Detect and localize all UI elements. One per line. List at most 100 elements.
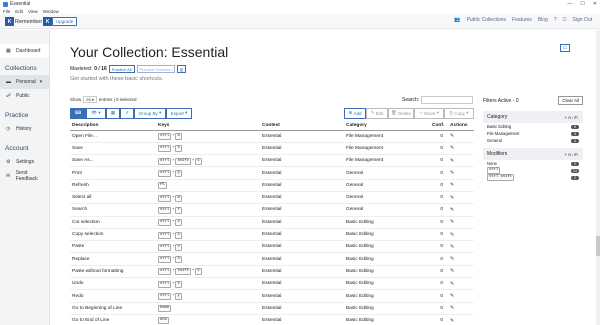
practice-selection-button[interactable]: Practice Selection [136, 65, 175, 73]
sidebar-heading-account: Account [5, 144, 29, 152]
visibility-button[interactable]: 👁 ▾ [86, 107, 106, 119]
edit-row-icon[interactable]: ✎ [450, 318, 454, 324]
edit-row-icon[interactable]: ✎ [450, 293, 454, 299]
chart-button[interactable]: ▥ [176, 65, 187, 73]
table-row[interactable]: Open File... ctrl + o Essential File Manageme… [70, 130, 474, 143]
sidebar-item-public[interactable]: ☍ Public [0, 89, 49, 103]
maximize-icon[interactable]: ☐ [580, 1, 584, 7]
sort-alpha-icon[interactable]: A↓ [568, 152, 573, 157]
key-cap: shift [175, 268, 191, 276]
close-icon[interactable]: ✕ [593, 1, 597, 7]
category-filter-header[interactable]: Category + A↓ #↓ [483, 111, 583, 123]
search-area: Search: [402, 96, 474, 104]
modifiers-filter-header[interactable]: Modifiers + A↓ #↓ [483, 148, 583, 160]
edit-row-icon[interactable]: ✎ [450, 256, 454, 262]
logo[interactable]: K Remember K [5, 16, 53, 27]
collapse-filters-button[interactable]: ▭ [560, 44, 570, 52]
search-input[interactable] [421, 96, 474, 104]
sidebar-item-send-feedback[interactable]: ✉ Send Feedback [0, 169, 49, 183]
edit-row-icon[interactable]: ✎ [450, 195, 454, 201]
export-button[interactable]: Export ▾ [166, 107, 192, 119]
key-cap: ctrl [158, 256, 172, 264]
edit-row-icon[interactable]: ✎ [450, 232, 454, 238]
shortcuts-table: Description Keys Context Category Conf. … [70, 121, 474, 325]
col-confidence[interactable]: Conf. [430, 121, 448, 131]
table-row[interactable]: Copy selection ctrl + c Essential Basic Editi… [70, 228, 474, 242]
app-icon [3, 1, 8, 7]
category-filter-item[interactable]: File Management 3 [483, 130, 583, 137]
modifier-filter-item[interactable]: ctrl 14 [483, 167, 583, 174]
col-context[interactable]: Context [260, 121, 344, 131]
table-row[interactable]: Select all ctrl + a Essential General 0 ✎ [70, 191, 474, 205]
table-row[interactable]: Refresh F5 Essential General 0 ✎ [70, 179, 474, 192]
table-row[interactable]: Save As... ctrl + shift + s Essential File Mana… [70, 154, 474, 168]
edit-row-icon[interactable]: ✎ [450, 219, 454, 225]
edit-row-icon[interactable]: ✎ [450, 158, 454, 164]
table-row[interactable]: Cut selection ctrl + x Essential Basic Editin… [70, 216, 474, 229]
modifier-filter-item[interactable]: None 2 [483, 160, 583, 167]
table-row[interactable]: Paste without formatting ctrl + shift + v Esse… [70, 265, 474, 279]
nav-public-collections[interactable]: Public Collections [467, 17, 506, 23]
edit-row-icon[interactable]: ✎ [450, 207, 454, 213]
edit-row-icon[interactable]: ✎ [450, 244, 454, 250]
col-category[interactable]: Category [344, 121, 430, 131]
group-by-button[interactable]: Group By ▾ [134, 107, 166, 119]
col-keys[interactable]: Keys [156, 121, 260, 131]
sidebar-item-dashboard[interactable]: ▦ Dashboard [0, 44, 49, 58]
logo-key-right: K [43, 17, 53, 26]
cell-category: File Management [344, 154, 430, 168]
edit-row-icon[interactable]: ✎ [450, 182, 454, 188]
minimize-icon[interactable]: — [567, 1, 572, 7]
page-scrollbar[interactable] [596, 30, 600, 325]
edit-row-icon[interactable]: ✎ [450, 305, 454, 311]
keyboard-toggle-button[interactable]: ⌨ [70, 107, 86, 119]
practice-button[interactable]: ➚ [120, 107, 134, 119]
nav-sign-out[interactable]: Sign Out [573, 17, 592, 23]
columns-button[interactable]: ▦ [106, 107, 120, 119]
table-row[interactable]: Paste ctrl + v Essential Basic Editing 0 ✎ [70, 240, 474, 254]
delete-button[interactable]: 🗑 Delete [388, 107, 414, 119]
table-row[interactable]: Search ctrl + f Essential General 0 ✎ [70, 203, 474, 217]
sidebar-item-personal[interactable]: ▬ Personal ▾ [0, 75, 49, 89]
scrollbar-thumb[interactable] [596, 236, 600, 256]
sidebar-item-settings[interactable]: ⚙ Settings [0, 155, 49, 169]
nav-features[interactable]: Features [512, 17, 532, 23]
table-row[interactable]: Save ctrl + s Essential File Management 0 ✎ [70, 142, 474, 156]
clear-all-button[interactable]: Clear All [558, 96, 583, 105]
edit-button[interactable]: ✎ Edit [366, 107, 388, 119]
table-row[interactable]: Undo ctrl + z Essential Basic Editing 0 ✎ [70, 277, 474, 291]
sidebar-item-history[interactable]: ◷ History [0, 122, 49, 136]
edit-row-icon[interactable]: ✎ [450, 281, 454, 287]
filter-toggle-icon[interactable]: + [564, 152, 567, 157]
table-row[interactable]: Print ctrl + p Essential General 0 ✎ [70, 166, 474, 180]
key-cap: ctrl [158, 293, 172, 300]
table-row[interactable]: Go to Beginning of Line home Essential Basi… [70, 302, 474, 315]
sort-count-icon[interactable]: #↓ [574, 152, 579, 157]
upgrade-button[interactable]: Upgrade [52, 17, 78, 26]
sort-alpha-icon[interactable]: A↓ [568, 115, 573, 120]
edit-row-icon[interactable]: ✎ [450, 170, 454, 176]
practice-all-button[interactable]: Practice All [108, 65, 135, 73]
sort-count-icon[interactable]: #↓ [574, 115, 579, 120]
help-icon[interactable]: ? [554, 17, 557, 23]
move-button[interactable]: ⇨ Move ▾ [414, 107, 444, 119]
filter-toggle-icon[interactable]: + [564, 115, 567, 120]
menu-view[interactable]: View [28, 9, 38, 14]
col-description[interactable]: Description [70, 121, 156, 131]
table-row[interactable]: Go to End of Line end Essential Basic Editi… [70, 314, 474, 325]
edit-row-icon[interactable]: ✎ [450, 268, 454, 274]
menu-edit[interactable]: Edit [15, 9, 23, 14]
table-row[interactable]: Redo ctrl + y Essential Basic Editing 0 ✎ [70, 289, 474, 303]
copy-button[interactable]: ⎘ Copy ▾ [444, 107, 474, 119]
table-row[interactable]: Replace ctrl + h Essential Basic Editing 0 ✎ [70, 252, 474, 266]
modifier-filter-item[interactable]: ctrl shift 2 [483, 174, 583, 181]
category-filter-item[interactable]: Basic Editing 9 [483, 123, 583, 130]
add-button[interactable]: ⊕ Add [344, 107, 366, 119]
edit-row-icon[interactable]: ✎ [450, 133, 454, 139]
menu-window[interactable]: Window [43, 9, 59, 14]
category-filter-item[interactable]: General 4 [483, 137, 583, 144]
entries-select[interactable]: 25 ▾ [83, 96, 97, 103]
menu-file[interactable]: File [3, 9, 10, 14]
nav-blog[interactable]: Blog [538, 17, 548, 23]
edit-row-icon[interactable]: ✎ [450, 145, 454, 151]
